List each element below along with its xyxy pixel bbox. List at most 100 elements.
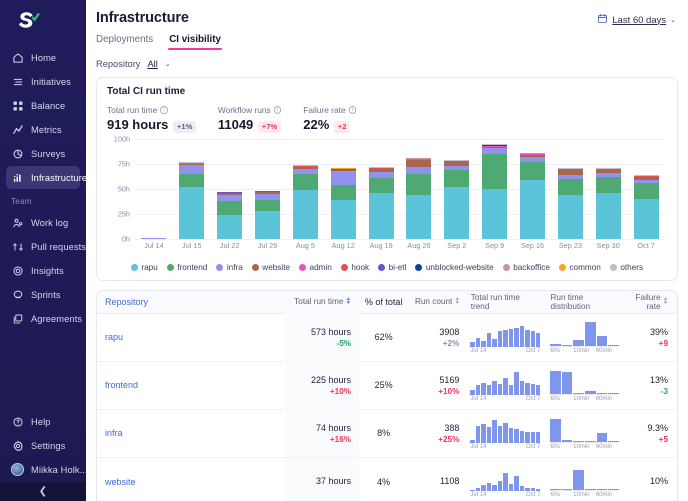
legend-item-hook[interactable]: hook xyxy=(341,263,369,272)
bar-segment-frontend xyxy=(482,154,507,189)
sparkline-bar xyxy=(531,331,535,346)
bar-slot[interactable] xyxy=(249,139,287,239)
x-axis-tick: Aug 5 xyxy=(286,241,324,250)
date-range-label: Last 60 days xyxy=(612,15,666,26)
distribution-tick: 60min xyxy=(596,492,619,498)
legend-item-infra[interactable]: infra xyxy=(216,263,242,272)
bar-slot[interactable] xyxy=(173,139,211,239)
sidebar-item-work-log[interactable]: Work log xyxy=(6,211,80,234)
legend-label: backoffice xyxy=(513,263,550,272)
stacked-bar[interactable] xyxy=(482,144,507,238)
bar-slot[interactable] xyxy=(400,139,438,239)
table-row[interactable]: website37 hours4%1108Jul 14Oct 760s10min… xyxy=(97,458,677,501)
column-header-run-count[interactable]: Run count ▲▼ xyxy=(408,297,465,306)
run-count-delta: +2% xyxy=(408,339,459,348)
legend-item-bi-etl[interactable]: bi-etl xyxy=(378,263,406,272)
distribution-tick: 60s xyxy=(550,444,573,450)
sidebar-item-balance[interactable]: Balance xyxy=(6,94,80,117)
date-range-picker[interactable]: Last 60 days ⌄ xyxy=(597,13,676,27)
cell-repository[interactable]: rapu xyxy=(97,332,285,342)
bar-slot[interactable] xyxy=(362,139,400,239)
bar-slot[interactable] xyxy=(589,139,627,239)
bar-slot[interactable] xyxy=(551,139,589,239)
trend-sparkline xyxy=(470,465,540,491)
tab-ci-visibility[interactable]: CI visibility xyxy=(169,34,221,50)
legend-item-unblocked-website[interactable]: unblocked-website xyxy=(415,263,493,272)
cell-repository[interactable]: frontend xyxy=(97,380,285,390)
bar-slot[interactable] xyxy=(324,139,362,239)
x-axis-tick: Sep 2 xyxy=(438,241,476,250)
bar-slot[interactable] xyxy=(476,139,514,239)
tab-deployments[interactable]: Deployments xyxy=(96,34,153,50)
cell-repository[interactable]: website xyxy=(97,477,285,487)
sidebar-item-home[interactable]: Home xyxy=(6,46,80,69)
sort-icon: ▲▼ xyxy=(663,298,668,305)
bar-segment-frontend xyxy=(331,185,356,200)
legend-item-frontend[interactable]: frontend xyxy=(167,263,208,272)
legend-label: infra xyxy=(227,263,243,272)
y-axis-tick: 75h xyxy=(118,159,130,168)
stacked-bar[interactable] xyxy=(596,168,621,238)
stacked-bar[interactable] xyxy=(141,238,166,239)
stacked-bar[interactable] xyxy=(634,175,659,238)
trend-axis-labels: Jul 14Oct 7 xyxy=(470,492,540,498)
cell-repository[interactable]: infra xyxy=(97,428,285,438)
cell-total-run-time: 74 hours+16% xyxy=(285,409,359,457)
sidebar-item-sprints[interactable]: Sprints xyxy=(6,283,80,306)
legend-item-others[interactable]: others xyxy=(610,263,643,272)
stacked-bar[interactable] xyxy=(520,153,545,239)
legend-item-website[interactable]: website xyxy=(252,263,290,272)
bar-slot[interactable] xyxy=(286,139,324,239)
trend-axis-labels: Jul 14Oct 7 xyxy=(470,444,540,450)
info-icon[interactable]: i xyxy=(160,106,168,114)
column-header-failure-rate[interactable]: Failure rate ▲▼ xyxy=(623,293,677,311)
sidebar-item-infrastructure[interactable]: Infrastructure xyxy=(6,166,80,189)
legend-item-admin[interactable]: admin xyxy=(299,263,332,272)
bar-slot[interactable] xyxy=(211,139,249,239)
sidebar-item-pull-requests[interactable]: Pull requests xyxy=(6,235,80,258)
stacked-bar[interactable] xyxy=(558,168,583,238)
table-header: Repository Total run time ▲▼ % of total … xyxy=(97,291,677,314)
sidebar-item-label: Work log xyxy=(31,218,68,228)
table-row[interactable]: rapu573 hours-5%62%3908+2%Jul 14Oct 760s… xyxy=(97,314,677,362)
stacked-bar[interactable] xyxy=(179,162,204,239)
info-icon[interactable]: i xyxy=(349,106,357,114)
calendar-icon xyxy=(597,13,608,27)
column-header-total-run-time[interactable]: Total run time ▲▼ xyxy=(284,297,358,306)
sidebar-item-settings[interactable]: Settings xyxy=(6,434,80,457)
sidebar-item-agreements[interactable]: Agreements xyxy=(6,307,80,330)
table-row[interactable]: infra74 hours+16%8%388+25%Jul 14Oct 760s… xyxy=(97,410,677,458)
sidebar-collapse-button[interactable]: ❮ xyxy=(0,482,86,501)
stacked-bar[interactable] xyxy=(369,167,394,238)
swarmia-logo[interactable] xyxy=(0,0,86,44)
bar-slot[interactable] xyxy=(438,139,476,239)
sidebar-item-insights[interactable]: Insights xyxy=(6,259,80,282)
histogram-bar xyxy=(608,489,619,490)
sidebar-item-initiatives[interactable]: Initiatives xyxy=(6,70,80,93)
bar-segment-website xyxy=(406,160,431,167)
chevron-down-icon[interactable]: ⌄ xyxy=(165,60,171,68)
legend-item-common[interactable]: common xyxy=(559,263,601,272)
stacked-bar[interactable] xyxy=(217,192,242,239)
bar-slot[interactable] xyxy=(135,139,173,239)
repository-filter-value[interactable]: All xyxy=(147,59,157,69)
legend-item-rapu[interactable]: rapu xyxy=(131,263,158,272)
sidebar-item-user[interactable]: Miikka Holk... xyxy=(6,458,80,481)
bar-slot[interactable] xyxy=(627,139,665,239)
sidebar-item-surveys[interactable]: Surveys xyxy=(6,142,80,165)
stacked-bar[interactable] xyxy=(406,158,431,239)
stacked-bar[interactable] xyxy=(444,160,469,239)
legend-item-backoffice[interactable]: backoffice xyxy=(503,263,550,272)
sidebar-item-metrics[interactable]: Metrics xyxy=(6,118,80,141)
info-icon[interactable]: i xyxy=(274,106,282,114)
bar-slot[interactable] xyxy=(514,139,552,239)
column-header-run-time-trend: Total run time trend xyxy=(466,293,546,311)
sidebar-item-help[interactable]: Help xyxy=(6,410,80,433)
stacked-bar[interactable] xyxy=(331,168,356,239)
table-row[interactable]: frontend225 hours+10%25%5169+10%Jul 14Oc… xyxy=(97,362,677,410)
cell-run-time-distribution: 60s10min60min xyxy=(545,465,623,498)
trend-start-label: Jul 14 xyxy=(470,348,486,354)
cell-run-count: 1108 xyxy=(408,476,465,488)
stacked-bar[interactable] xyxy=(293,165,318,239)
stacked-bar[interactable] xyxy=(255,191,280,239)
